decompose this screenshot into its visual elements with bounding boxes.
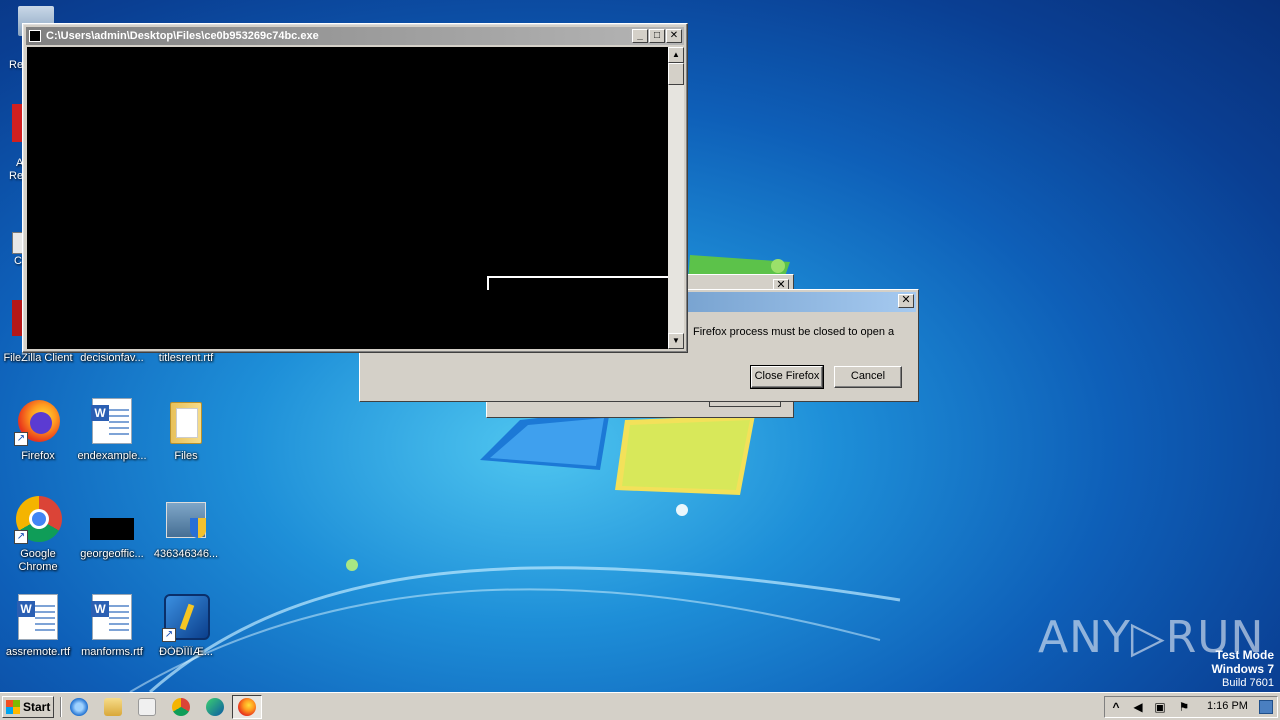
action-center-flag-icon[interactable]: ⚑ (1177, 700, 1191, 714)
setup-arrow-icon: ↗ (162, 594, 210, 642)
shortcut-arrow-icon: ↗ (162, 628, 176, 642)
minimize-button[interactable]: _ (632, 29, 648, 43)
desktop-icon-setup-shortcut[interactable]: ↗ ÐÒÐÎÏÏÆ... (148, 594, 224, 659)
scroll-down-icon[interactable]: ▼ (668, 333, 684, 349)
start-label: Start (23, 700, 51, 714)
desktop-icon-label: 436346346... (153, 548, 219, 560)
console-output[interactable] (27, 47, 668, 349)
test-mode-line: Test Mode (1215, 648, 1274, 662)
system-tray: ^ ◀ ▣ ⚑ 1:16 PM (1104, 696, 1278, 718)
desktop-icon-endexample[interactable]: W endexample... (74, 398, 150, 463)
desktop-icon-assremote[interactable]: W assremote.rtf (0, 594, 76, 659)
installer-shield-icon (162, 496, 210, 544)
desktop-icon-label: FileZilla Client (3, 352, 73, 364)
word-document-icon: W (14, 594, 62, 642)
show-desktop-icon[interactable] (1259, 700, 1273, 714)
build-line: Build 7601 (1222, 677, 1274, 689)
media-player-icon[interactable] (138, 698, 156, 716)
desktop-partial-label: Re (9, 59, 24, 71)
firefox-icon (238, 698, 256, 716)
scroll-thumb[interactable] (668, 63, 684, 85)
close-icon[interactable]: ✕ (898, 294, 914, 308)
clock[interactable]: 1:16 PM (1207, 700, 1248, 712)
black-file-icon (88, 496, 136, 544)
windows-version-line: Windows 7 (1211, 662, 1274, 676)
volume-icon[interactable]: ◀ (1131, 700, 1145, 714)
desktop-icon-files[interactable]: Files (148, 398, 224, 463)
network-icon[interactable]: ▣ (1153, 700, 1167, 714)
chrome-icon: ↗ (14, 496, 62, 544)
desktop-icon-titlesrent[interactable]: titlesrent.rtf (148, 352, 224, 365)
maximize-button[interactable]: □ (649, 29, 665, 43)
chrome-icon[interactable] (172, 698, 190, 716)
desktop-partial-label: Re (9, 170, 24, 182)
desktop-icon-label: Firefox (21, 450, 55, 462)
desktop-icon-label: titlesrent.rtf (158, 352, 214, 364)
word-document-icon: W (88, 398, 136, 446)
desktop-icon-label: Google Chrome (18, 548, 58, 573)
explorer-folder-icon[interactable] (104, 698, 122, 716)
scroll-up-icon[interactable]: ▲ (668, 47, 684, 63)
cancel-button[interactable]: Cancel (834, 366, 902, 388)
desktop-partial-label: C (14, 255, 22, 267)
desktop-icon-label: georgeoffic... (80, 548, 144, 560)
internet-explorer-icon[interactable] (70, 698, 88, 716)
desktop-icon-chrome[interactable]: ↗ Google Chrome (0, 496, 76, 574)
shortcut-arrow-icon: ↗ (14, 530, 28, 544)
vertical-scrollbar[interactable]: ▲ ▼ (668, 47, 684, 349)
desktop-icon-firefox[interactable]: ↗ Firefox (0, 398, 76, 463)
desktop-icon-label: Files (174, 450, 198, 462)
word-document-icon: W (88, 594, 136, 642)
dialog-message: Firefox process must be closed to open a (693, 326, 895, 338)
windows-logo-icon (6, 700, 20, 714)
console-titlebar[interactable]: C:\Users\admin\Desktop\Files\ce0b953269c… (26, 27, 684, 45)
firefox-icon: ↗ (14, 398, 62, 446)
folder-icon (162, 398, 210, 446)
console-app-icon (29, 30, 41, 42)
desktop-icon-manforms[interactable]: W manforms.rtf (74, 594, 150, 659)
show-hidden-icons-button[interactable]: ^ (1109, 700, 1123, 714)
close-button[interactable]: ✕ (666, 29, 682, 43)
shortcut-arrow-icon: ↗ (14, 432, 28, 446)
desktop-icon-label: manforms.rtf (81, 646, 143, 658)
desktop-icon-label: assremote.rtf (5, 646, 71, 658)
taskbar: Start ^ ◀ ▣ ⚑ 1:16 PM (0, 692, 1280, 720)
desktop-icon-filezilla[interactable]: FileZilla Client (0, 352, 76, 365)
test-mode-notice: Test Mode Windows 7 Build 7601 (1211, 648, 1274, 690)
edge-icon[interactable] (206, 698, 224, 716)
taskbar-separator (60, 697, 62, 717)
console-selection-box (487, 276, 668, 290)
desktop-icon-decisionfav[interactable]: decisionfav... (74, 352, 150, 365)
desktop-icon-436346346[interactable]: 436346346... (148, 496, 224, 561)
desktop-icon-georgeoffic[interactable]: georgeoffic... (74, 496, 150, 561)
console-title: C:\Users\admin\Desktop\Files\ce0b953269c… (46, 30, 319, 42)
start-button[interactable]: Start (2, 696, 54, 718)
desktop-icon-label: ÐÒÐÎÏÏÆ... (159, 646, 213, 658)
taskbar-firefox-button[interactable] (232, 695, 262, 719)
console-window: C:\Users\admin\Desktop\Files\ce0b953269c… (22, 23, 688, 353)
desktop-icon-label: decisionfav... (80, 352, 144, 364)
close-firefox-button[interactable]: Close Firefox (750, 365, 824, 389)
desktop-icon-label: endexample... (77, 450, 147, 462)
